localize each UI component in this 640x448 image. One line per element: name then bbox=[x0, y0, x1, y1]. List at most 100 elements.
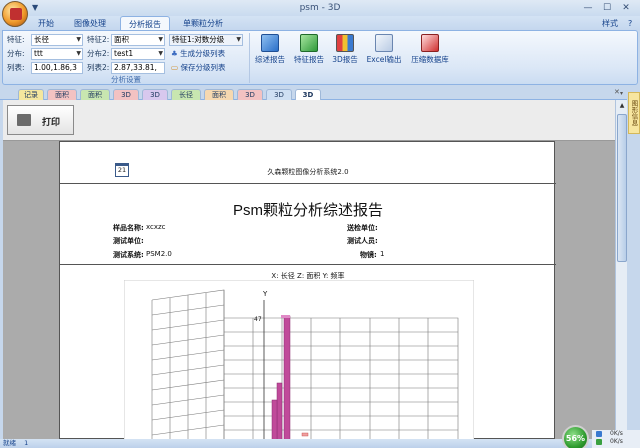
list-input[interactable]: 1.00,1.86,3 bbox=[31, 62, 83, 74]
chevron-down-icon: ▼ bbox=[76, 50, 81, 57]
generate-list-label: 生成分级列表 bbox=[180, 49, 226, 58]
header-divider bbox=[60, 183, 556, 184]
help-icon[interactable]: ? bbox=[628, 16, 632, 31]
test-system-value: PSM2.0 bbox=[146, 250, 172, 258]
distribution-select[interactable]: ttt ▼ bbox=[31, 48, 83, 60]
chart-3d: Y 47 bbox=[124, 280, 474, 440]
list-value: 1.00,1.86,3 bbox=[34, 63, 77, 72]
print-toolbar bbox=[3, 100, 615, 141]
report-3d-button[interactable]: 3D报告 bbox=[330, 34, 360, 65]
report-page: 21 久森颗粒图像分析系统2.0 Psm颗粒分析综述报告 样品名称: xcxzc… bbox=[59, 141, 556, 440]
print-button[interactable]: 打印 bbox=[7, 105, 74, 135]
chevron-down-icon: ▼ bbox=[76, 36, 81, 43]
compress-database-label: 压缩数据库 bbox=[411, 55, 449, 64]
document-tabs: 记录 面积 面积 3D 3D 长径 面积 3D 3D 3D ✕ bbox=[0, 88, 640, 100]
y-max-tick: 47 bbox=[254, 316, 262, 323]
close-button[interactable]: ✕ bbox=[618, 2, 634, 14]
send-unit-label: 送检单位: bbox=[347, 224, 378, 232]
doc-tab[interactable]: 面积 bbox=[204, 89, 234, 100]
chevron-down-icon: ▼ bbox=[158, 36, 163, 43]
application-menu-button[interactable] bbox=[2, 1, 28, 27]
doc-tab[interactable]: 记录 bbox=[18, 89, 44, 100]
y-axis-label: Y bbox=[262, 290, 268, 298]
doc-tab[interactable]: 面积 bbox=[47, 89, 77, 100]
list2-label: 列表2: bbox=[87, 63, 110, 72]
save-list-label: 保存分级列表 bbox=[180, 63, 226, 72]
pin-icon[interactable]: ▾ bbox=[616, 90, 627, 98]
tab-image-processing[interactable]: 图像处理 bbox=[66, 16, 114, 31]
doc-tab[interactable]: 3D bbox=[142, 89, 168, 100]
doc-tab[interactable]: 3D bbox=[266, 89, 292, 100]
summary-report-label: 综述报告 bbox=[255, 55, 285, 64]
sample-name-label: 样品名称: bbox=[113, 224, 144, 232]
generate-list-button[interactable]: ♣ 生成分级列表 bbox=[171, 48, 225, 59]
feature-report-label: 特征报告 bbox=[294, 55, 324, 64]
feature1-class-select[interactable]: 特征1:对数分级 ▼ bbox=[169, 34, 243, 46]
maximize-button[interactable]: ☐ bbox=[599, 2, 615, 14]
doc-tab[interactable]: 3D bbox=[237, 89, 263, 100]
ribbon-tabs: 开始 图像处理 分析报告 单颗粒分析 bbox=[0, 16, 640, 31]
tab-single-particle[interactable]: 单颗粒分析 bbox=[174, 16, 232, 31]
test-unit-label: 测试单位: bbox=[113, 237, 144, 245]
style-menu[interactable]: 样式 bbox=[602, 16, 618, 31]
tab-start[interactable]: 开始 bbox=[30, 16, 62, 31]
feature-select[interactable]: 长径 ▼ bbox=[31, 34, 83, 46]
report-title: Psm颗粒分析综述报告 bbox=[232, 202, 383, 219]
edit-icon bbox=[375, 34, 393, 52]
distribution2-value: test1 bbox=[114, 49, 134, 58]
feature2-label: 特征2: bbox=[87, 35, 110, 44]
save-list-button[interactable]: ▭ 保存分级列表 bbox=[171, 62, 225, 73]
list2-input[interactable]: 2.87,33.81, bbox=[111, 62, 165, 74]
app-logo-icon bbox=[10, 8, 22, 20]
distribution2-label: 分布2: bbox=[87, 49, 110, 58]
magnification-value: 1 bbox=[380, 250, 385, 258]
doc-tab-active[interactable]: 3D bbox=[295, 89, 321, 100]
tab-analysis-report[interactable]: 分析报告 bbox=[120, 16, 170, 31]
group-divider bbox=[249, 33, 250, 83]
feature2-value: 面积 bbox=[114, 35, 129, 44]
summary-report-button[interactable]: 综述报告 bbox=[252, 34, 288, 65]
excel-export-button[interactable]: Excel输出 bbox=[364, 34, 404, 65]
histogram-bar bbox=[301, 432, 309, 437]
doc-tab[interactable]: 3D bbox=[113, 89, 139, 100]
distribution2-select[interactable]: test1 ▼ bbox=[111, 48, 165, 60]
print-label: 打印 bbox=[42, 118, 61, 128]
vertical-scrollbar[interactable]: ▲ bbox=[615, 100, 627, 439]
group-label-analysis-settings: 分析设置 bbox=[111, 75, 141, 84]
tester-label: 测试人员: bbox=[347, 237, 378, 245]
summary-report-icon bbox=[261, 34, 279, 52]
histogram-bar-top bbox=[281, 315, 290, 318]
side-pane-tab[interactable]: 图形信息 bbox=[628, 92, 640, 134]
download-speed: 0K/s bbox=[610, 438, 623, 445]
list-label: 列表: bbox=[7, 63, 25, 72]
network-monitor: 0K/s 0K/s bbox=[592, 430, 640, 448]
ribbon-panel: 特征: 长径 ▼ 分布: ttt ▼ 列表: 1.00,1.86,3 特征2: 面积… bbox=[2, 30, 638, 85]
doc-tab[interactable]: 长径 bbox=[171, 89, 201, 100]
feature2-select[interactable]: 面积 ▼ bbox=[111, 34, 165, 46]
upload-icon bbox=[596, 431, 602, 437]
test-system-label: 测试系统: bbox=[113, 251, 144, 259]
printer-icon bbox=[17, 114, 31, 126]
info-divider bbox=[60, 264, 556, 265]
scroll-up-icon[interactable]: ▲ bbox=[617, 102, 627, 110]
scroll-thumb[interactable] bbox=[617, 114, 627, 262]
doc-tab[interactable]: 面积 bbox=[80, 89, 110, 100]
feature-value: 长径 bbox=[34, 35, 49, 44]
compress-database-button[interactable]: 压缩数据库 bbox=[407, 34, 453, 65]
cpu-gauge: 56% bbox=[562, 425, 589, 448]
distribution-label: 分布: bbox=[7, 49, 25, 58]
report-3d-label: 3D报告 bbox=[332, 55, 358, 64]
side-pane bbox=[627, 88, 640, 439]
feature-report-button[interactable]: 特征报告 bbox=[291, 34, 327, 65]
download-icon bbox=[596, 439, 602, 445]
histogram-bar bbox=[271, 399, 278, 440]
histogram-bar bbox=[283, 315, 291, 440]
people-icon: ♣ bbox=[171, 49, 178, 58]
minimize-button[interactable]: — bbox=[580, 2, 596, 14]
status-text: 就绪 bbox=[3, 439, 16, 447]
sample-name-value: xcxzc bbox=[146, 223, 166, 231]
system-name: 久森颗粒图像分析系统2.0 bbox=[267, 168, 349, 176]
compress-icon bbox=[421, 34, 439, 52]
magnification-label: 物镜: bbox=[360, 251, 377, 259]
bar-chart-icon bbox=[336, 34, 354, 52]
